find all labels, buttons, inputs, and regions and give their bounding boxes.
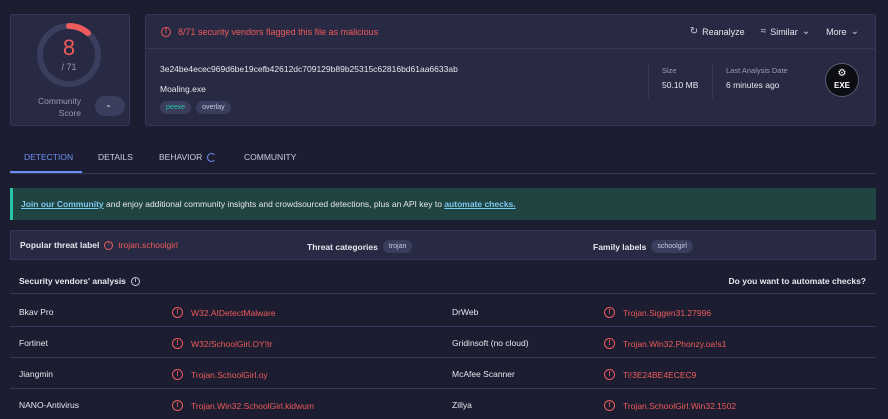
tab-community[interactable]: COMMUNITY <box>244 152 296 162</box>
tab-behavior[interactable]: BEHAVIOR <box>159 152 217 162</box>
vendor-name: McAfee Scanner <box>452 369 515 379</box>
vendor-name: Bkav Pro <box>19 307 54 317</box>
alert-icon: ! <box>172 307 183 318</box>
vendor-result: Trojan.Win32.Phonzy.oa!s1 <box>623 338 727 349</box>
vendor-result: W32.AIDetectMalware <box>191 307 276 318</box>
file-size: Size 50.10 MB <box>662 66 699 90</box>
divider <box>648 63 649 99</box>
table-row: Jiangmin ! Trojan.SchoolGirl.oy McAfee Sc… <box>10 358 876 389</box>
vendor-name: DrWeb <box>452 307 479 317</box>
reanalyze-button[interactable]: ↻ Reanalyze <box>690 26 745 37</box>
file-type-icon: ⚙ EXE <box>825 63 859 97</box>
file-hash[interactable]: 3e24be4ecec969d6be19cefb42612dc709129b89… <box>160 64 458 74</box>
vendor-result: Trojan.SchoolGirl.oy <box>191 369 268 380</box>
vendors-analysis-header: Security vendors' analysis i Do you want … <box>10 266 876 294</box>
popular-threat-label[interactable]: trojan.schoolgirl <box>118 240 178 250</box>
vendor-name: Fortinet <box>19 338 48 348</box>
threat-summary: Popular threat label ! trojan.schoolgirl… <box>10 230 876 260</box>
section-title: Security vendors' analysis <box>19 276 126 286</box>
vendors-table: Bkav Pro ! W32.AIDetectMalware DrWeb ! Tro… <box>10 296 876 419</box>
automate-checks-link[interactable]: automate checks. <box>444 199 515 209</box>
alert-icon: ! <box>604 338 615 349</box>
vendor-name: Jiangmin <box>19 369 54 379</box>
tab-bar: DETECTION DETAILS BEHAVIOR COMMUNITY <box>10 140 876 174</box>
join-community-link[interactable]: Join our Community <box>21 199 104 209</box>
tag-overlay[interactable]: overlay <box>196 101 231 114</box>
vendor-result: Ti!3E24BE4ECEC9 <box>623 369 697 380</box>
similar-icon: ≈ <box>760 26 767 37</box>
community-vote-toggle[interactable] <box>95 96 125 116</box>
community-score-label: Community Score <box>38 96 81 118</box>
threat-category-tag[interactable]: trojan <box>382 240 413 253</box>
refresh-icon: ↻ <box>689 26 699 37</box>
tab-detection[interactable]: DETECTION <box>24 152 73 162</box>
alert-icon: ! <box>172 338 183 349</box>
divider <box>712 63 713 99</box>
vendor-name: NANO-Antivirus <box>19 400 79 410</box>
tab-details[interactable]: DETAILS <box>98 152 133 162</box>
loading-spinner-icon <box>207 153 217 162</box>
community-score-card: 8 / 71 Community Score <box>10 14 130 126</box>
gear-icon: ⚙ <box>837 68 847 79</box>
alert-icon: ! <box>604 307 615 318</box>
tag-peexe[interactable]: peexe <box>160 101 192 114</box>
alert-icon: ! <box>604 400 615 411</box>
table-row: Fortinet ! W32/SchoolGirl.OY!tr Gridinsof… <box>10 327 876 358</box>
alert-row: ! 8/71 security vendors flagged this fil… <box>146 15 875 49</box>
alert-icon: ! <box>161 27 171 37</box>
family-label-tag[interactable]: schoolgirl <box>651 240 693 253</box>
info-icon[interactable]: i <box>130 276 140 286</box>
more-button[interactable]: More ⌄ <box>826 26 859 37</box>
active-tab-indicator <box>10 171 82 173</box>
vendor-name: Gridinsoft (no cloud) <box>452 338 529 348</box>
file-name: Moaling.exe <box>160 84 206 94</box>
table-row: NANO-Antivirus ! Trojan.Win32.SchoolGirl.… <box>10 389 876 419</box>
table-row: Bkav Pro ! W32.AIDetectMalware DrWeb ! Tro… <box>10 296 876 327</box>
detection-count: 8 <box>62 35 76 60</box>
vendor-result: Trojan.Win32.SchoolGirl.kidwum <box>191 400 314 411</box>
alert-icon: ! <box>604 369 615 380</box>
alert-icon: ! <box>172 400 183 411</box>
automate-checks-link[interactable]: Do you want to automate checks? <box>729 276 866 286</box>
alert-icon: ! <box>104 240 114 250</box>
chevron-down-icon: ⌄ <box>801 26 811 37</box>
similar-button[interactable]: ≈ Similar ⌄ <box>761 26 810 37</box>
alert-text: 8/71 security vendors flagged this file … <box>178 27 379 37</box>
alert-icon: ! <box>172 369 183 380</box>
vendor-result: W32/SchoolGirl.OY!tr <box>191 338 273 349</box>
file-info-card: ! 8/71 security vendors flagged this fil… <box>145 14 876 126</box>
last-analysis-date: Last Analysis Date 6 minutes ago <box>726 66 788 90</box>
vendor-result: Trojan.SchoolGirl.Win32.1502 <box>623 400 737 411</box>
community-banner: Join our Community and enjoy additional … <box>10 188 876 220</box>
detection-total: / 71 <box>61 62 77 72</box>
vendor-result: Trojan.Siggen31.27996 <box>623 307 712 318</box>
vendor-name: Zillya <box>452 400 472 410</box>
chevron-down-icon: ⌄ <box>850 26 859 37</box>
